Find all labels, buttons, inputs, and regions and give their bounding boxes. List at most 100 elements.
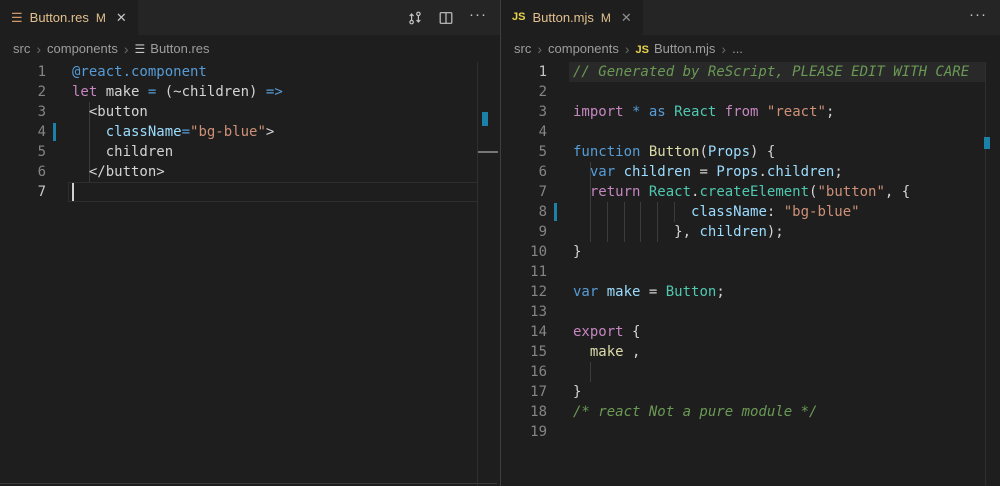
- line-number: 7: [501, 182, 547, 202]
- overview-ruler-modified-marker[interactable]: [482, 112, 488, 126]
- breadcrumb: src›components›☰Button.res: [0, 35, 500, 62]
- breadcrumb-item[interactable]: ☰Button.res: [135, 41, 210, 56]
- line-number: 12: [501, 282, 547, 302]
- code-line[interactable]: 2: [501, 82, 1000, 102]
- breadcrumb-item[interactable]: JSButton.mjs: [636, 41, 716, 56]
- line-number: 5: [501, 142, 547, 162]
- editor-actions-right: ···: [969, 0, 987, 35]
- code-line[interactable]: 2let make = (~children) =>: [0, 82, 500, 102]
- code-editor-left[interactable]: 1@react.component2let make = (~children)…: [0, 62, 500, 486]
- code-line[interactable]: 5function Button(Props) {: [501, 142, 1000, 162]
- tab-button-res[interactable]: ☰ Button.res M ✕: [0, 0, 138, 35]
- chevron-right-icon: ›: [36, 42, 41, 56]
- editor-group-right: JS Button.mjs M ✕ ··· src›components›JSB…: [501, 0, 1000, 486]
- line-number: 4: [0, 122, 46, 142]
- code-line[interactable]: 6 var children = Props.children;: [501, 162, 1000, 182]
- tab-button-mjs[interactable]: JS Button.mjs M ✕: [501, 0, 643, 35]
- code-text: export {: [573, 322, 1000, 342]
- more-actions-icon[interactable]: ···: [969, 7, 987, 28]
- line-number: 11: [501, 262, 547, 282]
- overview-ruler-modified-marker[interactable]: [984, 137, 990, 149]
- modified-line-marker: [554, 203, 557, 221]
- gutter: [46, 62, 72, 82]
- code-line[interactable]: 10}: [501, 242, 1000, 262]
- split-editor-icon[interactable]: [438, 10, 454, 26]
- breadcrumb-item[interactable]: src: [514, 41, 531, 56]
- editor-actions-left: ···: [407, 0, 487, 35]
- code-line[interactable]: 3 <button: [0, 102, 500, 122]
- code-line[interactable]: 13: [501, 302, 1000, 322]
- code-line[interactable]: 8 className: "bg-blue": [501, 202, 1000, 222]
- code-line[interactable]: 5 children: [0, 142, 500, 162]
- code-text: </button>: [72, 162, 500, 182]
- tab-label: Button.mjs: [532, 10, 593, 25]
- gutter: [547, 142, 573, 162]
- code-line[interactable]: 7: [0, 182, 500, 202]
- code-line[interactable]: 17}: [501, 382, 1000, 402]
- code-line[interactable]: 12 var make = Button;: [501, 282, 1000, 302]
- code-line[interactable]: 4 className="bg-blue">: [0, 122, 500, 142]
- code-text: [573, 302, 1000, 322]
- code-line[interactable]: 3import * as React from "react";: [501, 102, 1000, 122]
- breadcrumb: src›components›JSButton.mjs›...: [501, 35, 1000, 62]
- gutter: [547, 122, 573, 142]
- gutter: [547, 422, 573, 442]
- close-icon[interactable]: ✕: [116, 11, 127, 24]
- code-text: children: [72, 142, 500, 162]
- line-number: 6: [0, 162, 46, 182]
- code-line[interactable]: 9 }, children);: [501, 222, 1000, 242]
- rescript-file-icon: ☰: [11, 11, 23, 24]
- more-actions-icon[interactable]: ···: [469, 7, 487, 28]
- line-number: 10: [501, 242, 547, 262]
- code-text: import * as React from "react";: [573, 102, 1000, 122]
- line-number: 9: [501, 222, 547, 242]
- overview-ruler-cursor-marker[interactable]: [478, 151, 498, 153]
- code-text: className: "bg-blue": [573, 202, 1000, 222]
- file-icon: ☰: [135, 42, 146, 56]
- horizontal-scrollbar[interactable]: [0, 483, 497, 484]
- code-line[interactable]: 15 make ,: [501, 342, 1000, 362]
- gutter: [46, 182, 72, 202]
- chevron-right-icon: ›: [537, 42, 542, 56]
- gutter: [46, 142, 72, 162]
- code-text: }, children);: [573, 222, 1000, 242]
- line-number: 14: [501, 322, 547, 342]
- code-line[interactable]: 11: [501, 262, 1000, 282]
- chevron-right-icon: ›: [721, 42, 726, 56]
- breadcrumb-item[interactable]: src: [13, 41, 30, 56]
- editor-group-left: ☰ Button.res M ✕: [0, 0, 500, 486]
- gutter: [46, 162, 72, 182]
- gutter: [547, 102, 573, 122]
- code-line[interactable]: 16: [501, 362, 1000, 382]
- code-text: [573, 82, 1000, 102]
- code-line[interactable]: 1// Generated by ReScript, PLEASE EDIT W…: [501, 62, 1000, 82]
- code-line[interactable]: 7 return React.createElement("button", {: [501, 182, 1000, 202]
- code-editor-right[interactable]: 1// Generated by ReScript, PLEASE EDIT W…: [501, 62, 1000, 486]
- line-number: 15: [501, 342, 547, 362]
- gutter: [547, 402, 573, 422]
- line-number: 5: [0, 142, 46, 162]
- gutter: [46, 122, 72, 142]
- code-line[interactable]: 19: [501, 422, 1000, 442]
- breadcrumb-item[interactable]: ...: [732, 41, 743, 56]
- line-number: 19: [501, 422, 547, 442]
- line-number: 18: [501, 402, 547, 422]
- code-text: var make = Button;: [573, 282, 1000, 302]
- javascript-file-icon: JS: [636, 44, 649, 56]
- code-line[interactable]: 4: [501, 122, 1000, 142]
- code-line[interactable]: 6 </button>: [0, 162, 500, 182]
- open-changes-icon[interactable]: [407, 10, 423, 26]
- code-line[interactable]: 14 export {: [501, 322, 1000, 342]
- indent-guide: [590, 362, 591, 382]
- code-line[interactable]: 18/* react Not a pure module */: [501, 402, 1000, 422]
- breadcrumb-item[interactable]: components: [47, 41, 118, 56]
- line-number: 17: [501, 382, 547, 402]
- git-modified-badge: M: [96, 11, 106, 25]
- code-text: }: [573, 382, 1000, 402]
- overview-ruler-border: [985, 62, 986, 486]
- close-icon[interactable]: ✕: [621, 11, 632, 24]
- breadcrumb-item[interactable]: components: [548, 41, 619, 56]
- code-line[interactable]: 1@react.component: [0, 62, 500, 82]
- modified-line-marker: [53, 123, 56, 141]
- code-text: [573, 122, 1000, 142]
